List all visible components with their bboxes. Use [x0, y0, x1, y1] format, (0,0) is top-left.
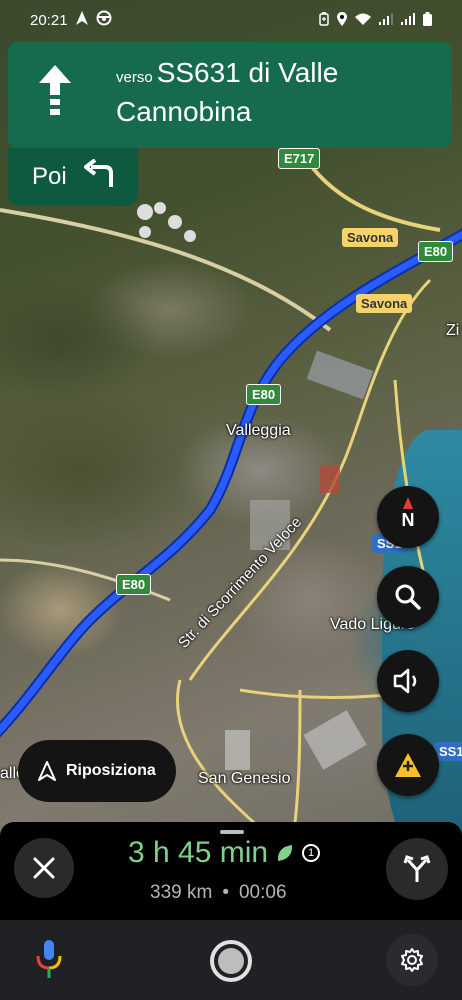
maneuver-prefix: verso [116, 69, 153, 86]
status-bar: 20:21 [0, 0, 462, 40]
separator-dot: • [222, 882, 229, 903]
navigation-arrow-icon [38, 761, 56, 781]
place-label-zi: Zi [446, 322, 460, 339]
microphone-icon[interactable] [34, 938, 64, 987]
arrival-time: 00:06 [238, 882, 287, 903]
status-time: 20:21 [30, 11, 68, 29]
alternate-routes-button[interactable] [386, 838, 448, 900]
road-shield-e717: E717 [278, 148, 321, 169]
place-label-valleggia: Valleggia [226, 422, 291, 439]
then-label: Poi [32, 163, 67, 190]
report-incident-icon [395, 753, 421, 777]
recenter-button[interactable]: Riposiziona [18, 740, 176, 802]
turn-left-icon [81, 157, 115, 196]
road-shield-e80: E80 [418, 241, 454, 262]
then-maneuver[interactable]: Poi [8, 148, 138, 206]
place-label-san-genesio: San Genesio [198, 770, 291, 787]
leaf-icon [278, 845, 293, 861]
wifi-icon [355, 13, 371, 28]
location-icon [337, 11, 347, 29]
road-name-line1: SS631 di Valle [156, 57, 339, 88]
report-incident-button[interactable] [377, 734, 439, 796]
steering-wheel-icon [96, 10, 112, 30]
fork-route-icon [403, 855, 431, 882]
home-button-icon[interactable] [210, 940, 252, 982]
gear-icon [401, 948, 423, 972]
recenter-label: Riposiziona [66, 762, 156, 779]
trip-panel[interactable]: 3 h 45 min 1 339 km • 00:06 [0, 822, 462, 920]
exit-navigation-button[interactable] [14, 838, 74, 898]
navigation-arrow-icon [75, 11, 88, 29]
drag-handle[interactable] [220, 830, 244, 834]
direction-banner[interactable]: verso SS631 di Valle Cannobina [8, 42, 452, 148]
compass-button[interactable]: N [377, 486, 439, 548]
trip-details: 339 km • 00:06 [150, 882, 287, 904]
route-badge: 1 [302, 844, 321, 862]
battery-icon [423, 11, 432, 29]
volume-icon [393, 668, 417, 694]
bottom-navigation-bar [0, 920, 462, 1000]
search-button[interactable] [377, 566, 439, 628]
duration-text: 3 h 45 min [128, 836, 269, 869]
road-shield-savona: Savona [342, 228, 399, 247]
straight-arrow-icon [20, 56, 90, 126]
signal-icon-2 [401, 12, 415, 28]
road-shield-e80: E80 [116, 574, 152, 595]
trip-distance: 339 km [150, 882, 213, 903]
search-icon [395, 584, 421, 610]
trip-duration: 3 h 45 min 1 [128, 836, 321, 870]
maneuver-text: verso SS631 di Valle Cannobina [116, 56, 338, 129]
battery-saver-icon [319, 11, 329, 29]
road-name-line2: Cannobina [116, 96, 252, 127]
close-icon [33, 857, 55, 879]
settings-button[interactable] [386, 934, 438, 986]
compass-label: N [401, 510, 415, 530]
road-shield-e80: E80 [246, 384, 282, 405]
signal-icon [379, 12, 393, 28]
road-shield-savona: Savona [356, 294, 413, 313]
sound-button[interactable] [377, 650, 439, 712]
